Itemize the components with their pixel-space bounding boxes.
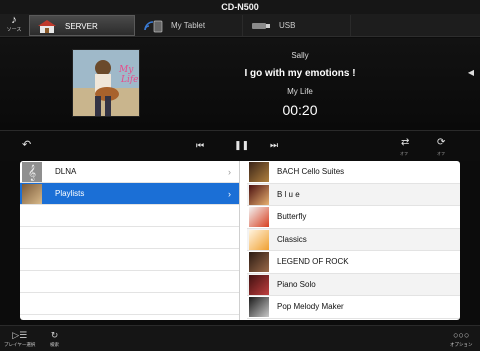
window-title: CD-N500 — [221, 2, 259, 12]
bottom-bar: ▷☰ プレイヤー選択 ↻ 検索 ○○○ オプション — [0, 325, 480, 351]
source-button[interactable]: ♪ ソース — [0, 14, 28, 37]
track-title: I go with my emotions ! — [244, 68, 356, 79]
refresh-icon: ↻ — [50, 330, 59, 340]
house-icon — [38, 20, 56, 33]
more-options-icon: ○○○ — [453, 330, 470, 340]
artist-name: Sally — [291, 51, 309, 60]
title-bar: CD-N500 — [0, 0, 480, 14]
album-thumb — [249, 207, 269, 227]
source-list: 𝄞 DLNA › Playlists › — [20, 161, 240, 320]
tab-usb[interactable]: USB — [244, 15, 351, 36]
chevron-right-icon: › — [228, 167, 231, 177]
refresh-button[interactable]: ↻ 検索 — [50, 329, 59, 349]
list-item[interactable]: Classics — [247, 228, 460, 251]
tab-my-tablet[interactable]: My Tablet — [136, 15, 243, 36]
repeat-icon[interactable]: ⟳ — [437, 137, 445, 148]
play-pause-button[interactable]: ❚❚ — [234, 140, 249, 151]
wifi-tablet-icon — [144, 20, 163, 33]
now-playing-panel: My Life Sally I go with my emotions ! My… — [0, 38, 480, 130]
shuffle-icon[interactable]: ⇄ — [401, 137, 409, 148]
list-item-playlists[interactable]: Playlists › — [20, 183, 239, 205]
playlist-list: BACH Cello Suites B l u e Butterfly Clas… — [247, 161, 460, 320]
svg-text:My: My — [118, 65, 134, 75]
list-item[interactable]: LEGEND OF ROCK — [247, 251, 460, 274]
album-thumb — [249, 252, 269, 272]
list-item[interactable]: Piano Solo — [247, 273, 460, 296]
usb-drive-icon — [252, 23, 270, 29]
player-select-icon: ▷☰ — [12, 330, 28, 340]
album-thumb — [249, 297, 269, 317]
playlist-photo-icon — [22, 184, 42, 204]
album-art-image: My Life — [73, 50, 139, 116]
list-item-empty — [20, 205, 239, 227]
browser-panel: 𝄞 DLNA › Playlists › BACH Cello Suites B… — [20, 161, 460, 320]
list-item-empty — [20, 227, 239, 249]
list-item[interactable]: BACH Cello Suites — [247, 161, 460, 184]
svg-text:Life: Life — [120, 75, 139, 85]
playback-controls: ↶ ⏮ ❚❚ ⏭ ⇄ オフ ⟳ オフ — [0, 130, 480, 161]
treble-clef-icon: 𝄞 — [22, 162, 42, 182]
list-item[interactable]: Butterfly — [247, 206, 460, 229]
app-window: CD-N500 ♪ ソース SERVER My Tablet USB My Li… — [0, 0, 480, 351]
expand-arrow-icon[interactable]: ◀ — [468, 68, 474, 77]
player-select-button[interactable]: ▷☰ プレイヤー選択 — [4, 329, 35, 349]
next-track-button[interactable]: ⏭ — [270, 140, 278, 151]
list-item[interactable]: Pop Melody Maker — [247, 296, 460, 319]
chevron-right-icon: › — [228, 189, 231, 199]
tab-server[interactable]: SERVER — [29, 15, 135, 36]
list-item-empty — [20, 271, 239, 293]
list-item-empty — [20, 293, 239, 315]
previous-track-button[interactable]: ⏮ — [196, 140, 204, 151]
album-name: My Life — [287, 87, 313, 96]
album-art[interactable]: My Life — [72, 49, 140, 117]
elapsed-time: 00:20 — [282, 102, 318, 118]
list-item[interactable]: B l u e — [247, 183, 460, 206]
list-item-empty — [20, 249, 239, 271]
back-button[interactable]: ↶ — [22, 138, 31, 151]
list-item-dlna[interactable]: 𝄞 DLNA › — [20, 161, 239, 183]
album-thumb — [249, 274, 269, 295]
album-thumb — [249, 162, 269, 182]
music-note-icon: ♪ — [11, 14, 17, 26]
album-thumb — [249, 184, 269, 205]
options-button[interactable]: ○○○ オプション — [450, 329, 473, 349]
repeat-state: オフ — [437, 151, 445, 156]
shuffle-state: オフ — [400, 151, 408, 156]
source-tabs: ♪ ソース SERVER My Tablet USB — [0, 14, 480, 37]
album-thumb — [249, 229, 269, 250]
